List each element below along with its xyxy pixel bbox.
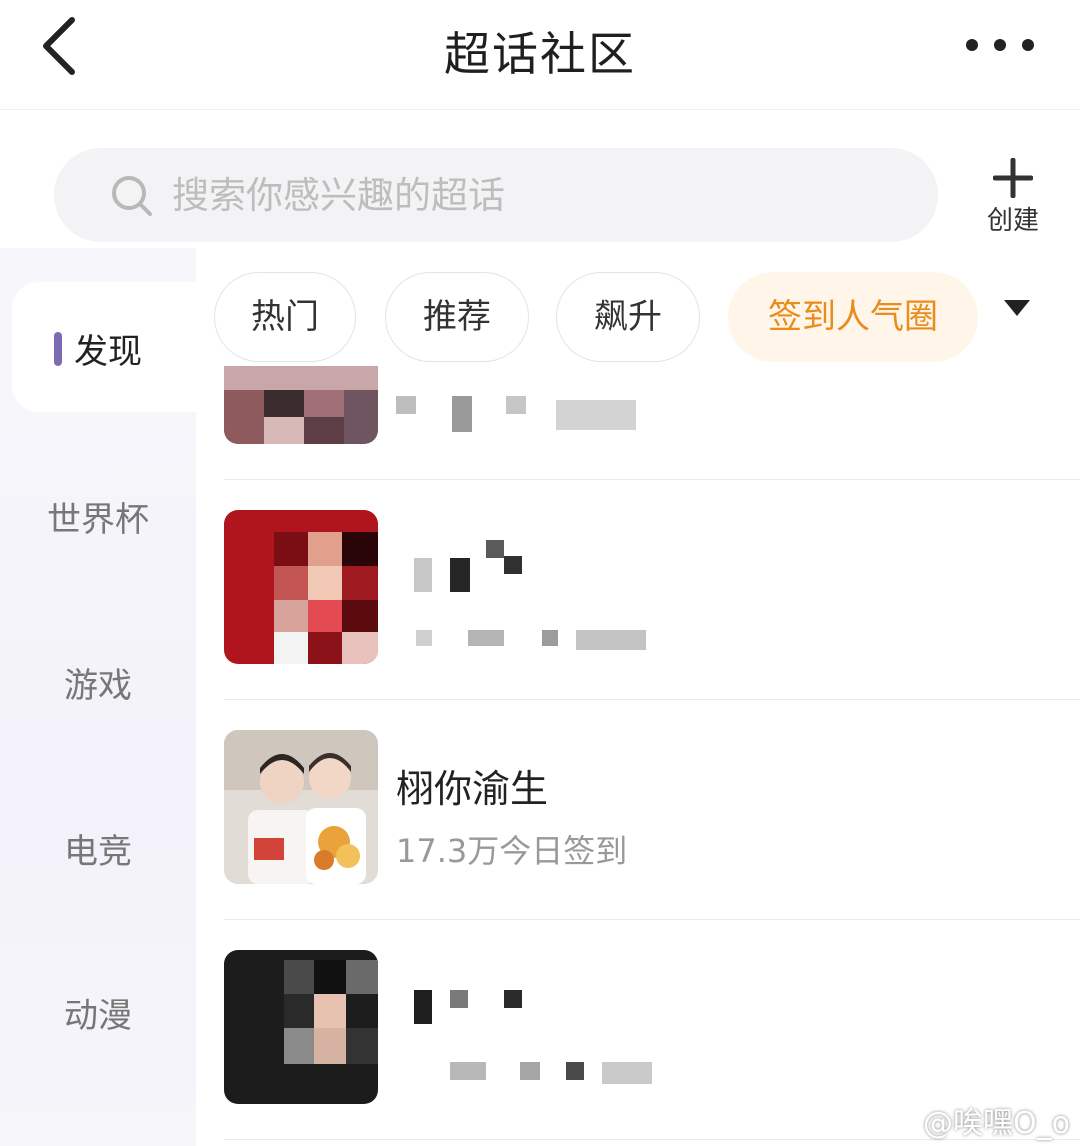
topic-thumbnail bbox=[224, 950, 378, 1104]
sidebar-item-label: 世界杯 bbox=[47, 500, 149, 540]
topic-checkin-count: 17.3万今日签到 bbox=[396, 832, 628, 870]
sidebar-item-discover[interactable]: 发现 bbox=[12, 282, 196, 412]
redacted-text bbox=[396, 538, 696, 650]
topic-thumbnail bbox=[224, 730, 378, 884]
list-item[interactable] bbox=[196, 366, 1080, 480]
sidebar-item-label: 发现 bbox=[74, 332, 142, 372]
sidebar-item-label: 电竞 bbox=[64, 832, 132, 872]
redacted-text bbox=[396, 970, 696, 1084]
search-input[interactable] bbox=[172, 166, 872, 224]
topic-thumbnail bbox=[224, 366, 378, 444]
chip-rising[interactable]: 飙升 bbox=[556, 272, 700, 362]
sidebar-item-label: 游戏 bbox=[64, 666, 132, 706]
create-label: 创建 bbox=[986, 206, 1039, 236]
more-options-button[interactable] bbox=[964, 30, 1036, 60]
chip-recommended[interactable]: 推荐 bbox=[385, 272, 529, 362]
chip-dropdown-button[interactable] bbox=[1002, 298, 1032, 322]
sidebar-item-label: 动漫 bbox=[64, 996, 132, 1036]
topic-photo bbox=[224, 730, 378, 884]
topic-thumbnail bbox=[224, 510, 378, 664]
category-sidebar: 发现 世界杯 游戏 电竞 动漫 bbox=[0, 248, 196, 1146]
triangle-down-icon bbox=[1004, 300, 1030, 316]
more-dots-icon bbox=[966, 39, 1034, 51]
topic-name: 栩你渝生 bbox=[396, 767, 549, 811]
top-bar: 超话社区 bbox=[0, 0, 1080, 110]
list-item[interactable]: 栩你渝生 17.3万今日签到 bbox=[196, 700, 1080, 920]
filter-chips: 热门 推荐 飙升 签到人气圈 bbox=[212, 272, 1072, 364]
create-button[interactable]: 创建 bbox=[978, 158, 1048, 240]
search-icon bbox=[112, 176, 152, 216]
sidebar-item-world-cup[interactable]: 世界杯 bbox=[0, 450, 196, 580]
active-indicator bbox=[54, 332, 62, 366]
sidebar-item-games[interactable]: 游戏 bbox=[0, 616, 196, 746]
plus-icon bbox=[993, 158, 1033, 198]
chip-hot[interactable]: 热门 bbox=[214, 272, 356, 362]
chip-checkin-popular[interactable]: 签到人气圈 bbox=[728, 272, 978, 362]
watermark: @唉嘿O_o bbox=[923, 1106, 1070, 1141]
page-title: 超话社区 bbox=[444, 27, 636, 81]
sidebar-item-anime[interactable]: 动漫 bbox=[0, 946, 196, 1076]
thumbnail-caption-redacted bbox=[230, 1074, 370, 1098]
supertopic-list: 栩你渝生 17.3万今日签到 bbox=[196, 366, 1080, 1146]
search-bar[interactable] bbox=[54, 148, 938, 242]
list-item[interactable] bbox=[196, 480, 1080, 700]
sidebar-item-esports[interactable]: 电竞 bbox=[0, 782, 196, 912]
redacted-text bbox=[396, 396, 656, 436]
